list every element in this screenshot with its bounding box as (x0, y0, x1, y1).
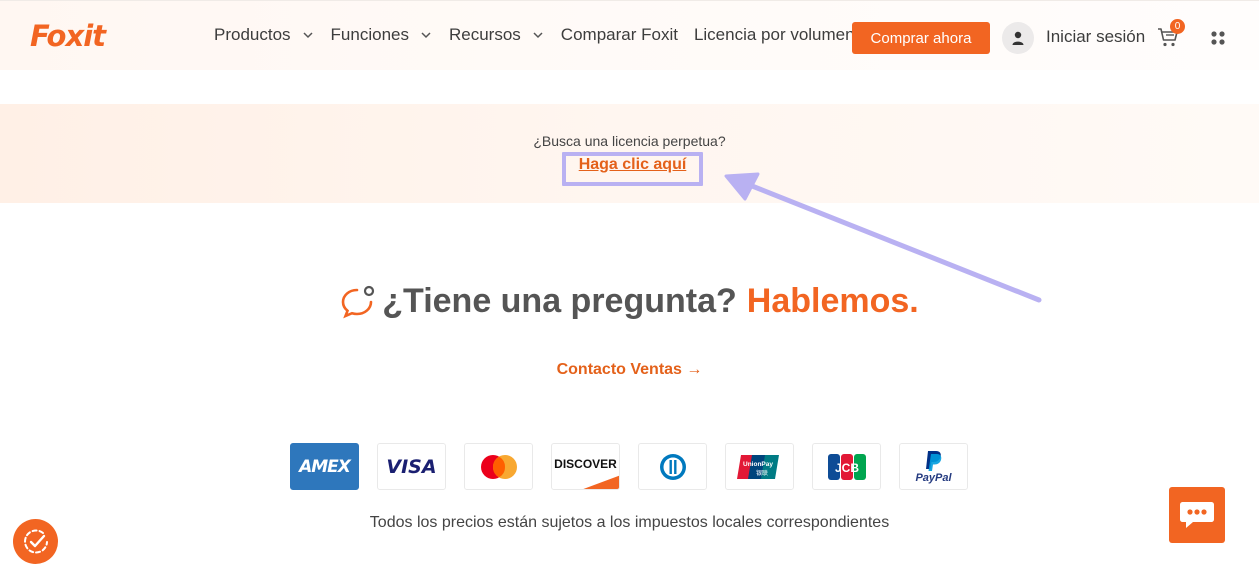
chat-bubble-icon (341, 285, 375, 318)
banner-question: ¿Busca una licencia perpetua? (533, 133, 726, 149)
unionpay-logo: UnionPay 银联 (725, 443, 794, 490)
nav-recursos-label: Recursos (448, 25, 521, 44)
jcb-logo: JCB (812, 443, 881, 490)
nav-recursos[interactable]: Recursos (449, 25, 545, 45)
nav-licencia-label: Licencia por volumen (693, 25, 855, 44)
question-heading: ¿Tiene una pregunta? Hablemos. (0, 282, 1259, 321)
site-header: Foxit Productos Funciones Recursos Compa… (0, 0, 1259, 70)
question-accent: Hablemos. (746, 282, 919, 320)
checklist-badge-button[interactable] (13, 519, 58, 564)
nav-funciones[interactable]: Funciones (331, 25, 433, 45)
question-main: ¿Tiene una pregunta? (382, 282, 737, 320)
nav-funciones-label: Funciones (330, 25, 409, 44)
signin-link[interactable]: Iniciar sesión (1046, 27, 1145, 47)
tax-note: Todos los precios están sujetos a los im… (369, 514, 890, 531)
nav-productos-label: Productos (214, 25, 291, 44)
visa-logo: VISA (377, 443, 446, 490)
arrow-right-icon: → (686, 361, 703, 378)
nav-licencia-volumen[interactable]: Licencia por volumen (694, 25, 855, 45)
svg-text:UnionPay: UnionPay (743, 461, 773, 468)
foxit-logo[interactable]: Foxit (30, 19, 106, 55)
svg-text:银联: 银联 (755, 469, 767, 477)
click-here-link[interactable]: Haga clic aquí (562, 156, 703, 174)
diners-club-logo (638, 443, 707, 490)
discover-logo: DISCOVER (551, 443, 620, 490)
payment-methods: AMEX VISA DISCOVER UnionPay 银联 JCB PayPa… (290, 443, 986, 490)
user-icon (1012, 31, 1024, 45)
chat-icon (1180, 502, 1214, 528)
buy-now-button[interactable]: Comprar ahora (852, 22, 990, 54)
svg-text:JCB: JCB (834, 461, 858, 475)
chevron-down-icon (303, 32, 313, 39)
contact-sales-label: Contacto Ventas (556, 361, 682, 378)
nav-productos[interactable]: Productos (214, 25, 315, 45)
apps-grid-icon[interactable] (1210, 30, 1226, 46)
chat-button[interactable] (1169, 487, 1225, 543)
mastercard-logo (464, 443, 533, 490)
contact-sales-link[interactable]: Contacto Ventas → (0, 361, 1259, 379)
amex-logo: AMEX (290, 443, 359, 490)
nav-comparar-label: Comparar Foxit (560, 25, 678, 44)
main-nav: Productos Funciones Recursos Comparar Fo… (214, 25, 871, 45)
chevron-down-icon (421, 32, 431, 39)
chevron-down-icon (533, 32, 543, 39)
user-account-button[interactable] (1002, 22, 1034, 54)
paypal-logo: PayPal (899, 443, 968, 490)
nav-comparar[interactable]: Comparar Foxit (561, 25, 678, 45)
check-circle-icon (23, 529, 48, 553)
cart-count-badge: 0 (1170, 19, 1185, 34)
perpetual-license-banner: ¿Busca una licencia perpetua? Haga clic … (0, 104, 1259, 203)
